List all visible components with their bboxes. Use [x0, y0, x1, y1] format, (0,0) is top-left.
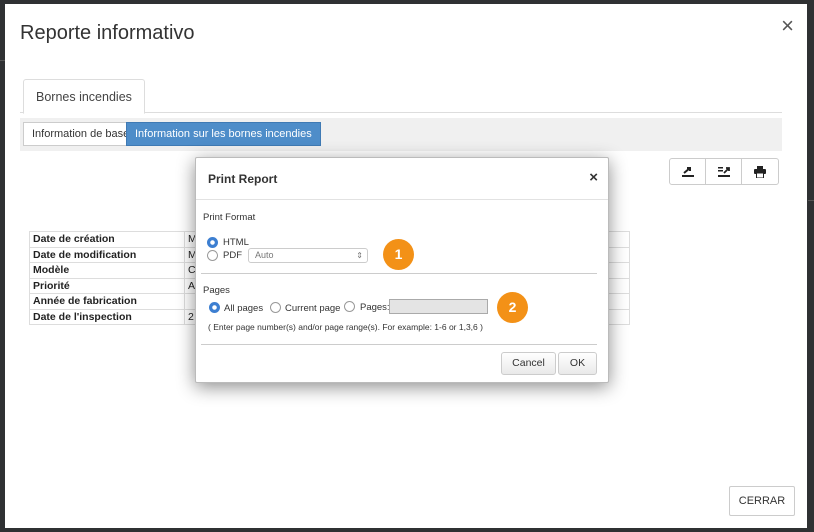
print-report-dialog: Print Report × Print Format HTML PDF Aut… [195, 157, 609, 383]
row-label: Modèle [29, 262, 185, 279]
pages-hint: ( Enter page number(s) and/or page range… [208, 322, 483, 332]
modal-title: Reporte informativo [20, 22, 195, 44]
pdf-label: PDF [223, 250, 242, 261]
radio-current-page[interactable] [270, 302, 281, 313]
export-list-icon[interactable] [706, 159, 742, 184]
pdf-size-select[interactable]: Auto ⇕ [248, 248, 368, 263]
annotation-badge-1: 1 [383, 239, 414, 270]
subtab-information-de-base[interactable]: Information de base [23, 122, 139, 146]
all-pages-label: All pages [224, 303, 264, 314]
row-label: Date de l'inspection [29, 308, 185, 325]
current-page-label: Current page [285, 303, 341, 314]
pages-input[interactable] [389, 299, 488, 314]
cerrar-button[interactable]: CERRAR [729, 486, 795, 516]
select-arrows-icon: ⇕ [356, 251, 363, 260]
divider [201, 273, 597, 274]
html-label: HTML [223, 237, 249, 248]
report-toolbar [669, 158, 779, 185]
subtab-bar: Information de base Information sur les … [20, 118, 782, 151]
radio-pdf[interactable] [207, 250, 218, 261]
radio-pages[interactable] [344, 301, 355, 312]
export-icon[interactable] [670, 159, 706, 184]
radio-all-pages[interactable] [209, 302, 220, 313]
divider [196, 199, 608, 200]
pages-label: Pages [203, 285, 230, 296]
cancel-button[interactable]: Cancel [501, 352, 556, 375]
divider [201, 344, 597, 345]
row-label: Date de création [29, 231, 185, 248]
radio-html[interactable] [207, 237, 218, 248]
row-label: Priorité [29, 277, 185, 294]
print-format-label: Print Format [203, 212, 256, 223]
row-label: Date de modification [29, 246, 185, 263]
tab-bornes-incendies[interactable]: Bornes incendies [23, 79, 145, 114]
pages-option-label: Pages: [360, 302, 390, 313]
print-icon[interactable] [742, 159, 778, 184]
ok-button[interactable]: OK [558, 352, 597, 375]
subtab-information-bornes[interactable]: Information sur les bornes incendies [126, 122, 321, 146]
dialog-title: Print Report [208, 172, 278, 186]
pdf-size-value: Auto [255, 250, 274, 260]
tab-bar: Bornes incendies [20, 79, 782, 114]
row-label: Année de fabrication [29, 293, 185, 310]
modal-close-icon[interactable]: × [781, 14, 794, 38]
annotation-badge-2: 2 [497, 292, 528, 323]
dialog-close-icon[interactable]: × [589, 169, 598, 186]
